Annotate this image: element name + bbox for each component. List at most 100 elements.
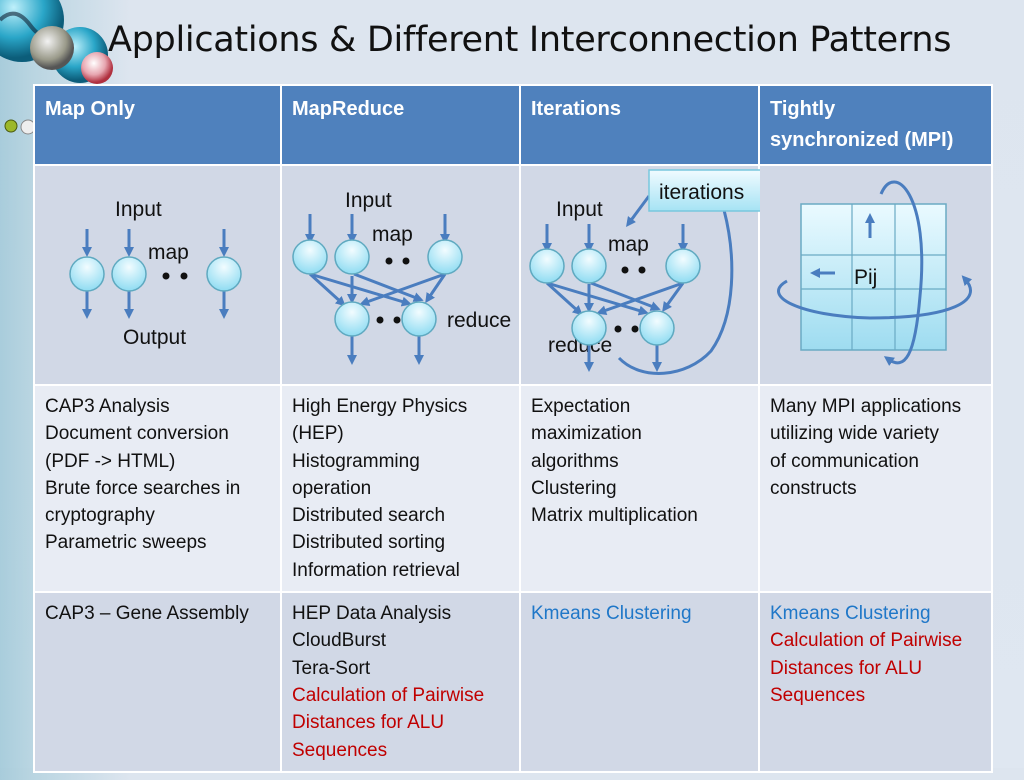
examples-list: Kmeans Clustering: [521, 593, 758, 634]
apps-cell-mpi: Many MPI applications utilizing wide vari…: [758, 383, 993, 594]
header-label-line2: synchronized (MPI): [770, 129, 954, 151]
reduce-node: [639, 310, 675, 346]
arrow-icon: [596, 281, 684, 316]
examples-list: HEP Data Analysis CloudBurst Tera-Sort Calc…: [282, 593, 519, 771]
cell-line: Document conversion: [45, 423, 229, 445]
header-label: Tightly: [770, 98, 836, 120]
map-label: map: [148, 241, 189, 264]
mapreduce-diagram: Input map reduce: [292, 189, 511, 365]
apps-list: CAP3 Analysis Document conversion (PDF -> …: [35, 386, 280, 564]
map-node: [665, 248, 701, 284]
header-iterations: Iterations: [519, 84, 760, 166]
cell-line: Kmeans Clustering: [770, 603, 931, 625]
mapreduce-diagram-cell: Input map reduce: [280, 164, 521, 386]
cell-line: CAP3 Analysis: [45, 396, 170, 417]
ellipsis-dot: [638, 266, 646, 274]
ellipsis-dot: [614, 325, 622, 333]
cell-line: constructs: [770, 477, 857, 499]
cell-line: CAP3 – Gene Assembly: [45, 603, 249, 625]
map-label: map: [608, 233, 649, 256]
header-mpi: Tightly synchronized (MPI): [758, 84, 993, 166]
input-label: Input: [345, 189, 392, 212]
arrow-icon: [359, 272, 446, 307]
iterations-diagram-cell: Input map reduce iterations: [519, 164, 770, 386]
cell-line: (PDF -> HTML): [45, 450, 176, 472]
examples-row: CAP3 – Gene Assembly HEP Data Analysis Cl…: [33, 591, 993, 773]
cell-line: Tera-Sort: [292, 657, 371, 679]
examples-cell-iterations: Kmeans Clustering: [519, 591, 760, 773]
cell-line: Sequences: [292, 739, 388, 761]
map-node: [529, 248, 565, 284]
cell-line: Calculation of Pairwise: [770, 630, 963, 652]
ellipsis-dot: [631, 325, 639, 333]
cell-line: algorithms: [531, 450, 619, 472]
iterations-diagram: Input map reduce iterations: [529, 169, 770, 375]
cell-line: Kmeans Clustering: [531, 603, 692, 625]
mpi-diagram-cell: Pij: [758, 164, 993, 386]
reduce-node: [401, 301, 437, 337]
cell-line: Distances for ALU: [292, 712, 445, 734]
header-label: Map Only: [45, 98, 136, 120]
examples-list: CAP3 – Gene Assembly: [35, 593, 280, 634]
cell-line: Clustering: [531, 477, 617, 499]
map-node: [292, 239, 328, 275]
applications-row: CAP3 Analysis Document conversion (PDF -> …: [33, 383, 993, 594]
map-node: [111, 256, 147, 292]
cell-line: High Energy Physics: [292, 396, 468, 417]
cell-line: Brute force searches in: [45, 477, 241, 499]
pij-label: Pij: [854, 266, 877, 289]
callout-arrow-icon: [626, 195, 651, 228]
cell-line: Distances for ALU: [770, 657, 923, 679]
cell-line: Expectation: [531, 396, 631, 417]
ellipsis-dot: [162, 272, 170, 280]
cell-line: Distributed sorting: [292, 532, 446, 554]
cell-line: Many MPI applications: [770, 396, 962, 417]
mpi-diagram: Pij: [777, 180, 973, 366]
cell-line: operation: [292, 477, 372, 499]
patterns-table: Map Only MapReduce Iterations Tightly syn…: [33, 84, 993, 773]
header-mapreduce: MapReduce: [280, 84, 521, 166]
cell-line: of communication: [770, 450, 919, 472]
map-only-diagram-cell: Input map Output: [33, 164, 282, 386]
cell-line: utilizing wide variety: [770, 423, 939, 445]
cell-line: cryptography: [45, 505, 155, 527]
header-label: Iterations: [531, 98, 622, 120]
cell-line: Sequences: [770, 684, 866, 706]
slide-title: Applications & Different Interconnection…: [108, 20, 952, 60]
ellipsis-dot: [385, 257, 393, 265]
header-row: Map Only MapReduce Iterations Tightly syn…: [33, 84, 993, 166]
examples-cell-mpi: Kmeans Clustering Calculation of Pairwise…: [758, 591, 993, 773]
apps-list: High Energy Physics (HEP) Histogramming ope…: [282, 386, 519, 591]
ellipsis-dot: [621, 266, 629, 274]
ellipsis-dot: [180, 272, 188, 280]
input-label: Input: [556, 198, 603, 221]
apps-cell-mapreduce: High Energy Physics (HEP) Histogramming ope…: [280, 383, 521, 594]
cell-line: HEP Data Analysis: [292, 603, 452, 625]
apps-list: Expectation maximization algorithms Cluster…: [521, 386, 758, 536]
header-map-only: Map Only: [33, 84, 282, 166]
examples-list: Kmeans Clustering Calculation of Pairwise…: [760, 593, 991, 716]
cell-line: (HEP): [292, 423, 344, 445]
ellipsis-dot: [402, 257, 410, 265]
map-node: [334, 239, 370, 275]
input-label: Input: [115, 198, 162, 221]
cell-line: maximization: [531, 423, 642, 445]
apps-cell-map-only: CAP3 Analysis Document conversion (PDF -> …: [33, 383, 282, 594]
cell-line: Distributed search: [292, 505, 446, 527]
map-only-diagram: Input map Output: [69, 198, 242, 349]
map-node: [571, 248, 607, 284]
cell-line: Calculation of Pairwise: [292, 684, 485, 706]
diagram-row: Input map Output Input map reduce Input …: [33, 164, 993, 386]
map-node: [427, 239, 463, 275]
output-label: Output: [123, 326, 186, 349]
apps-list: Many MPI applications utilizing wide vari…: [760, 386, 991, 509]
iterations-callout-label: iterations: [659, 181, 744, 204]
header-label: MapReduce: [292, 98, 405, 120]
reduce-label: reduce: [447, 309, 511, 332]
ellipsis-dot: [393, 316, 401, 324]
ellipsis-dot: [376, 316, 384, 324]
reduce-node: [334, 301, 370, 337]
cell-line: Matrix multiplication: [531, 505, 698, 527]
cell-line: Information retrieval: [292, 559, 460, 581]
cell-line: Histogramming: [292, 450, 420, 472]
